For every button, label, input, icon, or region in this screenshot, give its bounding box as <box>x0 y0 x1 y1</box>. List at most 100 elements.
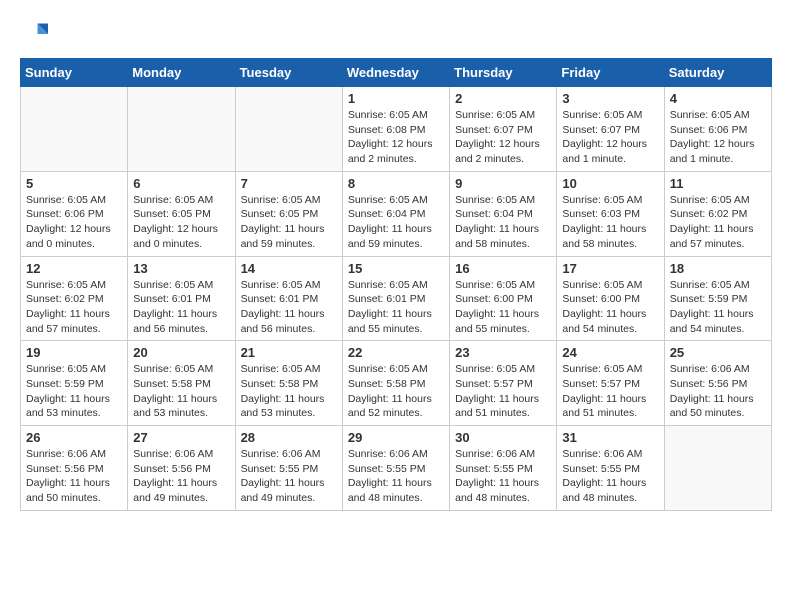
calendar-cell: 13Sunrise: 6:05 AM Sunset: 6:01 PM Dayli… <box>128 256 235 341</box>
calendar-cell: 25 Sunrise: 6:06 AM Sunset: 5:56 PM Dayli… <box>664 341 771 426</box>
calendar-cell: 15Sunrise: 6:05 AM Sunset: 6:01 PM Dayli… <box>342 256 449 341</box>
weekday-header-saturday: Saturday <box>664 59 771 87</box>
calendar-cell: 31Sunrise: 6:06 AM Sunset: 5:55 PM Dayli… <box>557 426 664 511</box>
calendar-cell <box>664 426 771 511</box>
calendar-cell <box>21 87 128 172</box>
weekday-header-thursday: Thursday <box>450 59 557 87</box>
day-info: Sunrise: 6:05 AM Sunset: 6:04 PM Dayligh… <box>348 193 444 252</box>
day-number: 22 <box>348 345 444 360</box>
day-info: Sunrise: 6:05 AM Sunset: 5:58 PM Dayligh… <box>241 362 337 421</box>
day-info: Sunrise: 6:05 AM Sunset: 6:03 PM Dayligh… <box>562 193 658 252</box>
calendar-cell: 18Sunrise: 6:05 AM Sunset: 5:59 PM Dayli… <box>664 256 771 341</box>
day-number: 6 <box>133 176 229 191</box>
day-number: 25 <box>670 345 766 360</box>
calendar-table: SundayMondayTuesdayWednesdayThursdayFrid… <box>20 58 772 511</box>
day-info: Sunrise: 6:05 AM Sunset: 6:05 PM Dayligh… <box>133 193 229 252</box>
calendar-cell: 7Sunrise: 6:05 AM Sunset: 6:05 PM Daylig… <box>235 171 342 256</box>
day-info: Sunrise: 6:05 AM Sunset: 6:01 PM Dayligh… <box>348 278 444 337</box>
weekday-header-tuesday: Tuesday <box>235 59 342 87</box>
day-number: 18 <box>670 261 766 276</box>
calendar-cell: 5 Sunrise: 6:05 AM Sunset: 6:06 PM Daylig… <box>21 171 128 256</box>
day-number: 12 <box>26 261 122 276</box>
day-number: 29 <box>348 430 444 445</box>
calendar-cell: 9Sunrise: 6:05 AM Sunset: 6:04 PM Daylig… <box>450 171 557 256</box>
calendar-cell: 30Sunrise: 6:06 AM Sunset: 5:55 PM Dayli… <box>450 426 557 511</box>
day-info: Sunrise: 6:06 AM Sunset: 5:56 PM Dayligh… <box>670 362 766 421</box>
calendar-cell: 4 Sunrise: 6:05 AM Sunset: 6:06 PM Daylig… <box>664 87 771 172</box>
calendar-cell: 21 Sunrise: 6:05 AM Sunset: 5:58 PM Dayli… <box>235 341 342 426</box>
week-row-4: 19 Sunrise: 6:05 AM Sunset: 5:59 PM Dayli… <box>21 341 772 426</box>
calendar-cell: 11 Sunrise: 6:05 AM Sunset: 6:02 PM Dayli… <box>664 171 771 256</box>
day-info: Sunrise: 6:06 AM Sunset: 5:55 PM Dayligh… <box>241 447 337 506</box>
day-number: 17 <box>562 261 658 276</box>
calendar-cell: 27 Sunrise: 6:06 AM Sunset: 5:56 PM Dayli… <box>128 426 235 511</box>
day-info: Sunrise: 6:05 AM Sunset: 6:06 PM Dayligh… <box>26 193 122 252</box>
day-number: 2 <box>455 91 551 106</box>
logo <box>20 20 52 48</box>
day-info: Sunrise: 6:05 AM Sunset: 6:00 PM Dayligh… <box>562 278 658 337</box>
day-number: 3 <box>562 91 658 106</box>
day-info: Sunrise: 6:05 AM Sunset: 6:06 PM Dayligh… <box>670 108 766 167</box>
calendar-cell: 28 Sunrise: 6:06 AM Sunset: 5:55 PM Dayli… <box>235 426 342 511</box>
calendar-cell: 2 Sunrise: 6:05 AM Sunset: 6:07 PM Daylig… <box>450 87 557 172</box>
day-info: Sunrise: 6:05 AM Sunset: 6:01 PM Dayligh… <box>133 278 229 337</box>
day-info: Sunrise: 6:05 AM Sunset: 6:02 PM Dayligh… <box>670 193 766 252</box>
day-info: Sunrise: 6:06 AM Sunset: 5:55 PM Dayligh… <box>348 447 444 506</box>
calendar-cell: 22 Sunrise: 6:05 AM Sunset: 5:58 PM Dayli… <box>342 341 449 426</box>
day-info: Sunrise: 6:05 AM Sunset: 6:02 PM Dayligh… <box>26 278 122 337</box>
day-info: Sunrise: 6:06 AM Sunset: 5:55 PM Dayligh… <box>455 447 551 506</box>
calendar-cell: 14 Sunrise: 6:05 AM Sunset: 6:01 PM Dayli… <box>235 256 342 341</box>
day-info: Sunrise: 6:05 AM Sunset: 5:57 PM Dayligh… <box>455 362 551 421</box>
weekday-header-sunday: Sunday <box>21 59 128 87</box>
calendar-cell <box>235 87 342 172</box>
week-row-2: 5 Sunrise: 6:05 AM Sunset: 6:06 PM Daylig… <box>21 171 772 256</box>
calendar-cell: 20 Sunrise: 6:05 AM Sunset: 5:58 PM Dayli… <box>128 341 235 426</box>
day-info: Sunrise: 6:05 AM Sunset: 5:58 PM Dayligh… <box>348 362 444 421</box>
day-info: Sunrise: 6:05 AM Sunset: 5:58 PM Dayligh… <box>133 362 229 421</box>
day-info: Sunrise: 6:05 AM Sunset: 6:08 PM Dayligh… <box>348 108 444 167</box>
calendar-cell: 19 Sunrise: 6:05 AM Sunset: 5:59 PM Dayli… <box>21 341 128 426</box>
day-number: 14 <box>241 261 337 276</box>
weekday-header-friday: Friday <box>557 59 664 87</box>
calendar-cell: 16 Sunrise: 6:05 AM Sunset: 6:00 PM Dayli… <box>450 256 557 341</box>
calendar-cell: 29 Sunrise: 6:06 AM Sunset: 5:55 PM Dayli… <box>342 426 449 511</box>
day-number: 4 <box>670 91 766 106</box>
week-row-3: 12 Sunrise: 6:05 AM Sunset: 6:02 PM Dayli… <box>21 256 772 341</box>
day-info: Sunrise: 6:06 AM Sunset: 5:55 PM Dayligh… <box>562 447 658 506</box>
day-number: 5 <box>26 176 122 191</box>
day-number: 10 <box>562 176 658 191</box>
day-number: 24 <box>562 345 658 360</box>
page-header <box>20 20 772 48</box>
day-number: 8 <box>348 176 444 191</box>
day-number: 20 <box>133 345 229 360</box>
day-info: Sunrise: 6:05 AM Sunset: 6:07 PM Dayligh… <box>562 108 658 167</box>
day-info: Sunrise: 6:05 AM Sunset: 6:01 PM Dayligh… <box>241 278 337 337</box>
day-number: 16 <box>455 261 551 276</box>
weekday-header-row: SundayMondayTuesdayWednesdayThursdayFrid… <box>21 59 772 87</box>
day-info: Sunrise: 6:05 AM Sunset: 6:00 PM Dayligh… <box>455 278 551 337</box>
day-info: Sunrise: 6:06 AM Sunset: 5:56 PM Dayligh… <box>133 447 229 506</box>
day-number: 21 <box>241 345 337 360</box>
day-number: 27 <box>133 430 229 445</box>
calendar-cell: 10 Sunrise: 6:05 AM Sunset: 6:03 PM Dayli… <box>557 171 664 256</box>
day-info: Sunrise: 6:05 AM Sunset: 6:07 PM Dayligh… <box>455 108 551 167</box>
week-row-5: 26Sunrise: 6:06 AM Sunset: 5:56 PM Dayli… <box>21 426 772 511</box>
weekday-header-wednesday: Wednesday <box>342 59 449 87</box>
logo-icon <box>20 20 48 48</box>
day-number: 11 <box>670 176 766 191</box>
day-number: 28 <box>241 430 337 445</box>
calendar-cell: 12 Sunrise: 6:05 AM Sunset: 6:02 PM Dayli… <box>21 256 128 341</box>
day-info: Sunrise: 6:05 AM Sunset: 5:57 PM Dayligh… <box>562 362 658 421</box>
day-info: Sunrise: 6:06 AM Sunset: 5:56 PM Dayligh… <box>26 447 122 506</box>
day-number: 7 <box>241 176 337 191</box>
calendar-cell: 3 Sunrise: 6:05 AM Sunset: 6:07 PM Daylig… <box>557 87 664 172</box>
calendar-cell <box>128 87 235 172</box>
day-info: Sunrise: 6:05 AM Sunset: 5:59 PM Dayligh… <box>26 362 122 421</box>
calendar-cell: 17 Sunrise: 6:05 AM Sunset: 6:00 PM Dayli… <box>557 256 664 341</box>
day-number: 1 <box>348 91 444 106</box>
calendar-cell: 8 Sunrise: 6:05 AM Sunset: 6:04 PM Daylig… <box>342 171 449 256</box>
calendar-cell: 1 Sunrise: 6:05 AM Sunset: 6:08 PM Daylig… <box>342 87 449 172</box>
day-number: 23 <box>455 345 551 360</box>
day-number: 19 <box>26 345 122 360</box>
week-row-1: 1 Sunrise: 6:05 AM Sunset: 6:08 PM Daylig… <box>21 87 772 172</box>
